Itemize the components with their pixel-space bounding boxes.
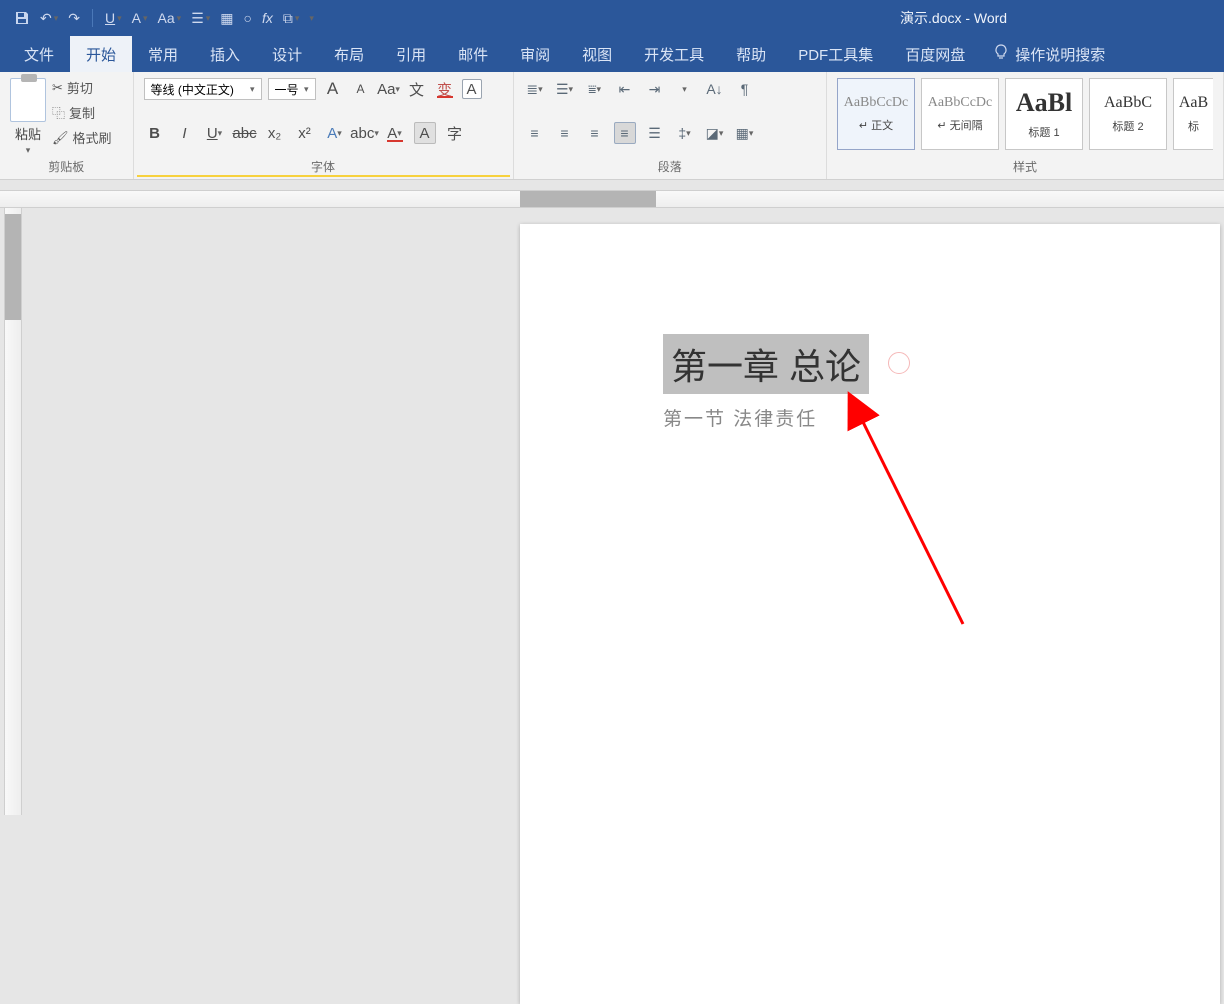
- distribute-text-button[interactable]: ☰: [644, 122, 666, 144]
- multilevel-list-button[interactable]: ⩸▾: [584, 78, 606, 100]
- qat-case-button[interactable]: Aa▾: [158, 10, 182, 26]
- decrease-indent-button[interactable]: ⇤: [614, 78, 636, 100]
- redo-button[interactable]: ↷: [68, 10, 80, 27]
- change-case-button[interactable]: Aa▾: [378, 78, 400, 100]
- align-center-button[interactable]: ≡: [554, 122, 576, 144]
- tab-references[interactable]: 引用: [380, 36, 442, 72]
- borders-button[interactable]: ▦▾: [734, 122, 756, 144]
- tab-design[interactable]: 设计: [256, 36, 318, 72]
- window-title: 演示.docx - Word: [900, 0, 1007, 36]
- text-effects-button[interactable]: A▾: [324, 122, 346, 144]
- align-justify-button[interactable]: ≡: [614, 122, 636, 144]
- ribbon: 粘贴 ▾ ✂ 剪切 ⿻ 复制 🖌 格式刷 剪贴板: [0, 72, 1224, 180]
- superscript-button[interactable]: x²: [294, 122, 316, 144]
- tell-me-search[interactable]: 操作说明搜索: [981, 36, 1117, 72]
- tab-insert[interactable]: 插入: [194, 36, 256, 72]
- qat-table-button[interactable]: ▦: [220, 10, 233, 27]
- font-group: 等线 (中文正文)▾ 一号▾ A A Aa▾ 文 变 A B I U▾ abc …: [134, 72, 514, 179]
- font-name-combo[interactable]: 等线 (中文正文)▾: [144, 78, 262, 100]
- tab-file[interactable]: 文件: [8, 36, 70, 72]
- vertical-ruler[interactable]: [4, 208, 22, 815]
- shading-button[interactable]: ◪▾: [704, 122, 726, 144]
- scissors-icon: ✂: [52, 80, 63, 96]
- grow-font-button[interactable]: A: [322, 78, 344, 100]
- copy-icon: ⿻: [52, 103, 65, 122]
- quick-access-toolbar: ↶▾ ↷ U▾ A▾ Aa▾ ☰▾ ▦ ○ fx ⧉▾ ▾: [0, 9, 314, 27]
- underline-button[interactable]: U▾: [204, 122, 226, 144]
- horizontal-ruler[interactable]: [0, 190, 1224, 208]
- lightbulb-icon: [993, 44, 1009, 64]
- font-group-label: 字体: [144, 158, 503, 175]
- style-heading-2[interactable]: AaBbC 标题 2: [1089, 78, 1167, 150]
- selection-handle[interactable]: [888, 352, 910, 374]
- tab-mailings[interactable]: 邮件: [442, 36, 504, 72]
- tell-me-label: 操作说明搜索: [1015, 44, 1105, 65]
- tab-help[interactable]: 帮助: [720, 36, 782, 72]
- char-border-button[interactable]: 变: [434, 78, 456, 100]
- font-color-button[interactable]: A▾: [384, 122, 406, 144]
- bold-button[interactable]: B: [144, 122, 166, 144]
- qat-fx-button[interactable]: fx: [262, 10, 273, 26]
- align-left-button[interactable]: ≡: [524, 122, 546, 144]
- tab-home[interactable]: 开始: [70, 36, 132, 72]
- qat-list-button[interactable]: ☰▾: [191, 10, 210, 27]
- styles-group: AaBbCcDc ↵ 正文 AaBbCcDc ↵ 无间隔 AaBl 标题 1 A…: [827, 72, 1224, 179]
- paragraph-marks-button[interactable]: ¶: [734, 78, 756, 100]
- brush-icon: 🖌: [52, 130, 69, 146]
- tab-review[interactable]: 审阅: [504, 36, 566, 72]
- styles-group-label: 样式: [837, 158, 1213, 175]
- selected-heading-text[interactable]: 第一章 总论: [663, 334, 869, 394]
- qat-screenshot-button[interactable]: ⧉▾: [283, 10, 300, 27]
- style-no-spacing[interactable]: AaBbCcDc ↵ 无间隔: [921, 78, 999, 150]
- highlight-button[interactable]: abc▾: [354, 122, 376, 144]
- paragraph-group-label: 段落: [524, 158, 817, 175]
- tab-layout[interactable]: 布局: [318, 36, 380, 72]
- shrink-font-button[interactable]: A: [350, 78, 372, 100]
- align-right-button[interactable]: ≡: [584, 122, 606, 144]
- line-spacing-button[interactable]: ‡▾: [674, 122, 696, 144]
- format-painter-button[interactable]: 🖌 格式刷: [52, 128, 112, 147]
- clipboard-group-label: 剪贴板: [10, 158, 123, 175]
- copy-button[interactable]: ⿻ 复制: [52, 103, 112, 122]
- tab-developer[interactable]: 开发工具: [628, 36, 720, 72]
- increase-indent-button[interactable]: ⇥: [644, 78, 666, 100]
- style-normal[interactable]: AaBbCcDc ↵ 正文: [837, 78, 915, 150]
- qat-customize-button[interactable]: ▾: [309, 13, 314, 24]
- phonetic-guide-button[interactable]: 文: [406, 78, 428, 100]
- clear-formatting-button[interactable]: A: [462, 79, 482, 99]
- qat-underline-button[interactable]: U▾: [105, 10, 122, 26]
- italic-button[interactable]: I: [174, 122, 196, 144]
- tab-baidu[interactable]: 百度网盘: [889, 36, 981, 72]
- char-shading-button[interactable]: A: [414, 122, 436, 144]
- tab-pdf-tools[interactable]: PDF工具集: [782, 36, 889, 72]
- style-heading-3[interactable]: AaB 标: [1173, 78, 1213, 150]
- qat-font-style-button[interactable]: A▾: [132, 10, 148, 26]
- document-page[interactable]: 第一章 总论 第一节 法律责任: [520, 224, 1220, 1004]
- bullets-button[interactable]: ≣▾: [524, 78, 546, 100]
- clipboard-group: 粘贴 ▾ ✂ 剪切 ⿻ 复制 🖌 格式刷 剪贴板: [0, 72, 134, 179]
- subheading-text[interactable]: 第一节 法律责任: [663, 404, 817, 431]
- title-bar: ↶▾ ↷ U▾ A▾ Aa▾ ☰▾ ▦ ○ fx ⧉▾ ▾ 演示.docx - …: [0, 0, 1224, 36]
- paragraph-group: ≣▾ ☰▾ ⩸▾ ⇤ ⇥ ▾ A↓ ¶ ≡ ≡ ≡ ≡ ☰ ‡▾ ◪▾ ▦▾ 段…: [514, 72, 828, 179]
- cut-button[interactable]: ✂ 剪切: [52, 78, 112, 97]
- clipboard-icon: [10, 78, 46, 122]
- tab-view[interactable]: 视图: [566, 36, 628, 72]
- ribbon-tabs: 文件 开始 常用 插入 设计 布局 引用 邮件 审阅 视图 开发工具 帮助 PD…: [0, 36, 1224, 72]
- document-workspace: L 第一章 总论 第一节 法律责任: [0, 180, 1224, 815]
- numbering-button[interactable]: ☰▾: [554, 78, 576, 100]
- font-size-combo[interactable]: 一号▾: [268, 78, 316, 100]
- enclosed-char-button[interactable]: 字: [444, 122, 466, 144]
- ltr-button[interactable]: ▾: [674, 78, 696, 100]
- tab-common[interactable]: 常用: [132, 36, 194, 72]
- sort-button[interactable]: A↓: [704, 78, 726, 100]
- subscript-button[interactable]: x₂: [264, 122, 286, 144]
- paste-button[interactable]: 粘贴 ▾: [10, 78, 46, 156]
- save-button[interactable]: [14, 10, 30, 26]
- strikethrough-button[interactable]: abc: [234, 122, 256, 144]
- undo-button[interactable]: ↶▾: [40, 10, 58, 27]
- style-heading-1[interactable]: AaBl 标题 1: [1005, 78, 1083, 150]
- qat-shape-button[interactable]: ○: [244, 10, 252, 26]
